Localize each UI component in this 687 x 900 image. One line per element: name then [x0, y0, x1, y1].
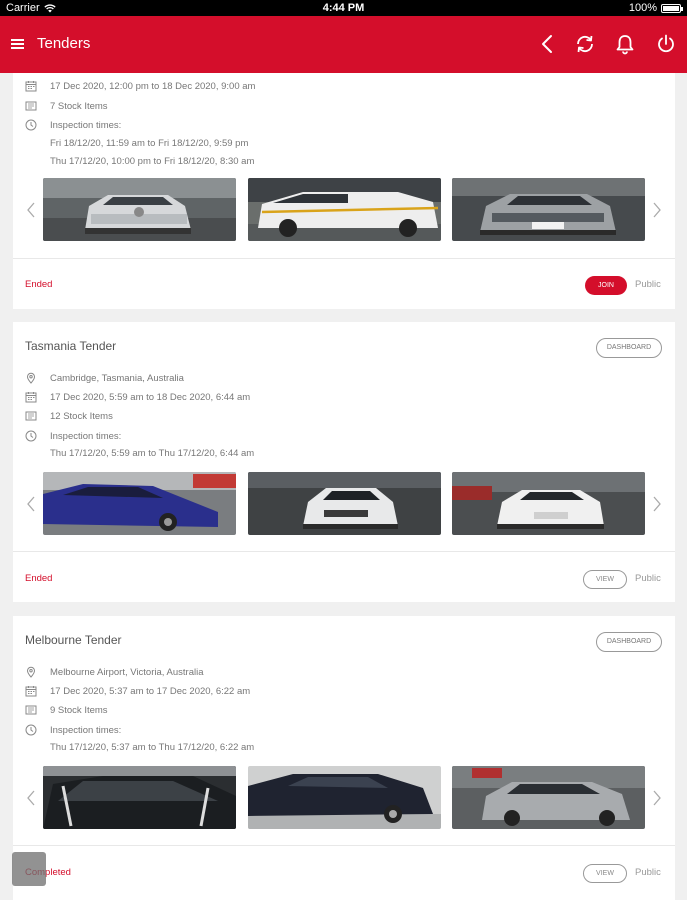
inspection-time: Thu 17/12/20, 10:00 pm to Fri 18/12/20, … — [50, 156, 255, 167]
tender-location: Cambridge, Tasmania, Australia — [50, 372, 184, 384]
chevron-left-icon[interactable] — [25, 788, 37, 808]
vehicle-gallery[interactable] — [13, 178, 675, 242]
clock-icon — [25, 119, 37, 131]
battery-info: 100% — [628, 2, 683, 14]
calendar-icon — [25, 391, 37, 403]
inspection-time: Thu 17/12/20, 5:37 am to Thu 17/12/20, 6… — [50, 742, 255, 753]
back-icon[interactable] — [537, 33, 559, 55]
inspection-row: Inspection times: — [25, 118, 121, 132]
floating-action-button[interactable] — [12, 852, 46, 886]
chevron-left-icon[interactable] — [25, 494, 37, 514]
clock-icon — [25, 430, 37, 442]
chevron-left-icon[interactable] — [25, 200, 37, 220]
vehicle-photo[interactable] — [248, 766, 441, 829]
inspection-row: Inspection times: — [25, 429, 121, 443]
status-label: Ended — [25, 279, 53, 290]
dashboard-button[interactable]: DASHBOARD — [596, 632, 662, 652]
refresh-icon[interactable] — [574, 33, 596, 55]
battery-icon — [661, 3, 683, 13]
stock-row: 7 Stock Items — [25, 99, 108, 113]
inspection-time: Fri 18/12/20, 11:59 am to Fri 18/12/20, … — [50, 138, 249, 149]
tender-dates: 17 Dec 2020, 5:37 am to 17 Dec 2020, 6:2… — [50, 685, 251, 697]
vehicle-photo[interactable] — [43, 472, 236, 535]
stock-count: 7 Stock Items — [50, 100, 108, 112]
clock: 4:44 PM — [322, 2, 365, 14]
dates-row: 17 Dec 2020, 5:37 am to 17 Dec 2020, 6:2… — [25, 684, 250, 698]
join-button[interactable]: JOIN — [585, 276, 627, 295]
view-button[interactable]: VIEW — [583, 570, 627, 589]
divider — [13, 258, 675, 259]
app-bar: Tenders — [0, 16, 687, 73]
dashboard-button[interactable]: DASHBOARD — [596, 338, 662, 358]
inspection-label: Inspection times: — [50, 119, 122, 131]
power-icon[interactable] — [655, 33, 677, 55]
tender-dates: 17 Dec 2020, 12:00 pm to 18 Dec 2020, 9:… — [50, 80, 256, 92]
tender-card[interactable]: Melbourne Tender DASHBOARD Melbourne Air… — [13, 616, 675, 900]
dates-row: 17 Dec 2020, 5:59 am to 18 Dec 2020, 6:4… — [25, 390, 250, 404]
visibility-label: Public — [635, 867, 661, 878]
stock-icon — [25, 100, 37, 112]
stock-icon — [25, 704, 37, 716]
stock-count: 12 Stock Items — [50, 410, 113, 422]
vehicle-photo[interactable] — [248, 178, 441, 241]
location-row: Cambridge, Tasmania, Australia — [25, 371, 184, 385]
chevron-right-icon[interactable] — [651, 494, 663, 514]
calendar-icon — [25, 80, 37, 92]
location-pin-icon — [25, 372, 37, 384]
tender-card[interactable]: Tasmania Tender DASHBOARD Cambridge, Tas… — [13, 322, 675, 602]
tender-title: Tasmania Tender — [25, 339, 117, 353]
visibility-label: Public — [635, 279, 661, 290]
location-row: Melbourne Airport, Victoria, Australia — [25, 665, 203, 679]
vehicle-photo[interactable] — [43, 766, 236, 829]
page-title: Tenders — [37, 35, 91, 52]
vehicle-photo[interactable] — [452, 178, 645, 241]
menu-icon[interactable] — [11, 38, 24, 50]
calendar-icon — [25, 685, 37, 697]
vehicle-gallery[interactable] — [13, 472, 675, 536]
tender-card[interactable]: 17 Dec 2020, 12:00 pm to 18 Dec 2020, 9:… — [13, 73, 675, 309]
battery-percent: 100% — [628, 2, 657, 14]
inspection-label: Inspection times: — [50, 430, 122, 442]
stock-row: 12 Stock Items — [25, 409, 113, 423]
vehicle-gallery[interactable] — [13, 766, 675, 830]
tender-list[interactable]: 17 Dec 2020, 12:00 pm to 18 Dec 2020, 9:… — [0, 73, 687, 900]
inspection-row: Inspection times: — [25, 723, 121, 737]
clock-icon — [25, 724, 37, 736]
tender-dates: 17 Dec 2020, 5:59 am to 18 Dec 2020, 6:4… — [50, 391, 251, 403]
status-bar: Carrier 4:44 PM 100% — [0, 0, 687, 16]
location-pin-icon — [25, 666, 37, 678]
view-button[interactable]: VIEW — [583, 864, 627, 883]
status-label: Ended — [25, 573, 53, 584]
divider — [13, 845, 675, 846]
inspection-label: Inspection times: — [50, 724, 122, 736]
stock-row: 9 Stock Items — [25, 703, 108, 717]
inspection-time: Thu 17/12/20, 5:59 am to Thu 17/12/20, 6… — [50, 448, 255, 459]
bell-icon[interactable] — [614, 33, 636, 55]
visibility-label: Public — [635, 573, 661, 584]
tender-location: Melbourne Airport, Victoria, Australia — [50, 666, 204, 678]
vehicle-photo[interactable] — [248, 472, 441, 535]
divider — [13, 551, 675, 552]
vehicle-photo[interactable] — [43, 178, 236, 241]
vehicle-photo[interactable] — [452, 472, 645, 535]
dates-row: 17 Dec 2020, 12:00 pm to 18 Dec 2020, 9:… — [25, 79, 255, 93]
vehicle-photo[interactable] — [452, 766, 645, 829]
stock-icon — [25, 410, 37, 422]
chevron-right-icon[interactable] — [651, 788, 663, 808]
tender-title: Melbourne Tender — [25, 633, 122, 647]
stock-count: 9 Stock Items — [50, 704, 108, 716]
chevron-right-icon[interactable] — [651, 200, 663, 220]
